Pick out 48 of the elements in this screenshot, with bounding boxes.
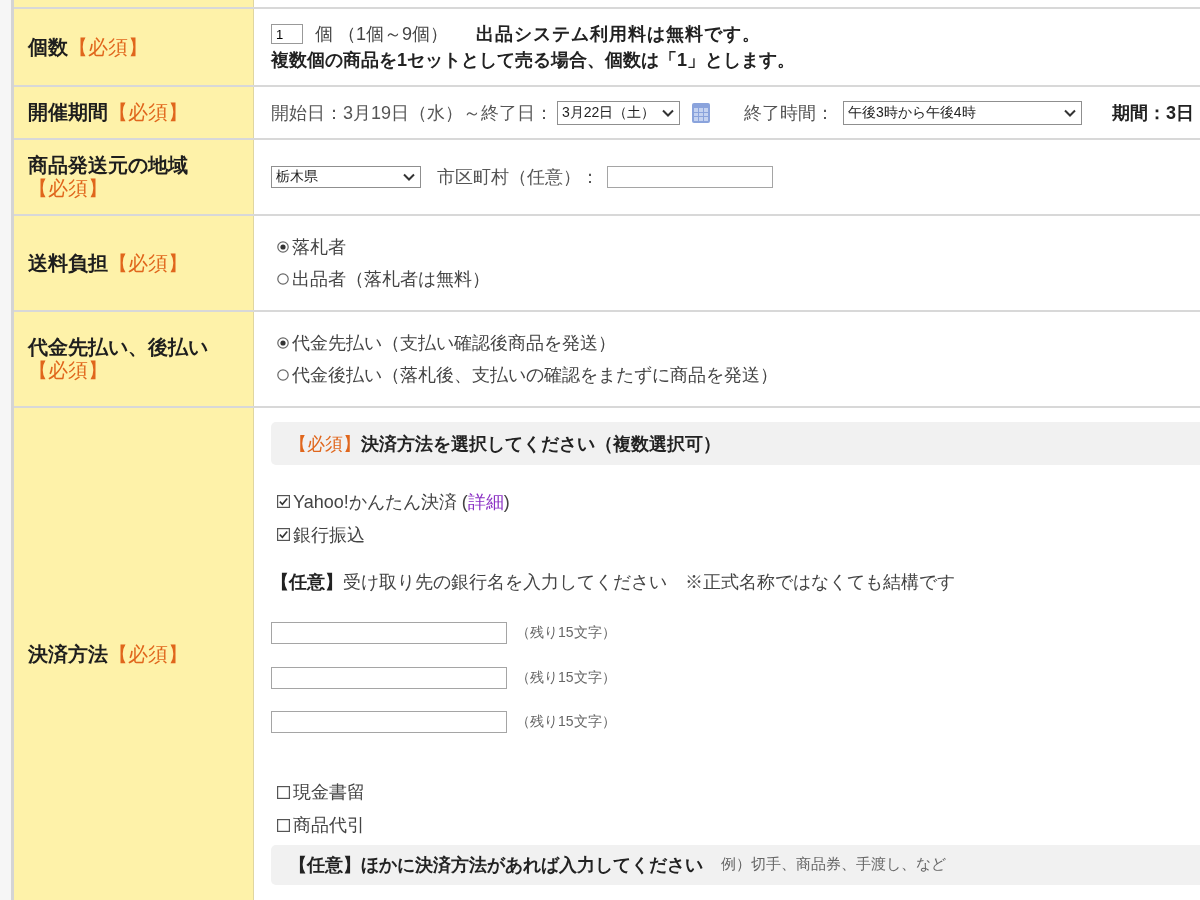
char-count-text: （残り15文字） [516,713,616,732]
field-label: 送料負担【必須】 [28,251,188,275]
detail-link[interactable]: 詳細 [467,491,504,512]
end-date-dropdown[interactable]: 3月22日（土） [557,100,681,125]
option-label: 代金後払い（落札後、支払いの確認をまたずに商品を発送） [292,364,778,387]
option-label: 現金書留 [293,781,365,804]
checkbox[interactable] [277,495,290,508]
chevron-down-icon [1064,108,1077,117]
start-date-text: 開始日：3月19日（水）～終了日： [271,101,554,125]
end-time-dropdown[interactable]: 午後3時から午後4時 [843,100,1083,125]
chevron-down-icon [403,173,415,181]
option-label: Yahoo!かんたん決済 (詳細) [293,490,510,514]
char-count-text: （残り15文字） [516,624,616,643]
prefecture-dropdown[interactable]: 栃木県 [271,166,421,188]
bank-name-field[interactable] [271,666,507,689]
quantity-field[interactable]: 1 [271,24,303,44]
section-heading: 【必須】決済方法を選択してください（複数選択可） [289,432,721,456]
end-time-label: 終了時間： [744,101,835,125]
field-label: 商品発送元の地域 【必須】 [28,154,189,200]
unit-text: 個 （1個～9個） [315,23,449,46]
radio-button[interactable] [277,337,289,349]
city-field[interactable] [607,166,773,188]
field-label: 決済方法【必須】 [28,642,188,666]
option-label: 出品者（落札者は無料） [292,268,490,291]
chevron-down-icon [662,108,675,117]
section-heading: 【任意】ほかに決済方法があれば入力してください [289,853,703,877]
bank-name-field[interactable] [271,711,507,734]
field-label: 代金先払い、後払い 【必須】 [28,336,209,382]
option-label: 商品代引 [293,814,365,837]
radio-button[interactable] [277,369,289,381]
bank-name-field[interactable] [271,622,507,645]
radio-button[interactable] [277,241,289,253]
char-count-text: （残り15文字） [516,668,616,687]
example-text: 例）切手、商品券、手渡し、など [721,855,946,874]
fee-note: 出品システム利用料は無料です。 [476,23,762,46]
radio-button[interactable] [277,273,289,285]
option-label: 銀行振込 [293,523,365,547]
checkbox[interactable] [277,528,290,541]
field-label: 個数【必須】 [28,35,148,59]
checkbox[interactable] [277,818,290,832]
field-label: 開催期間【必須】 [28,101,188,124]
checkbox[interactable] [277,785,290,799]
city-label: 市区町村（任意）： [437,166,599,189]
bank-name-note: 【任意】受け取り先の銀行名を入力してください ※正式名称ではなくても結構です [271,571,956,594]
option-label: 代金先払い（支払い確認後商品を発送） [292,332,616,355]
duration-text: 期間：3日 [1112,101,1195,125]
set-note: 複数個の商品を1セットとして売る場合、個数は「1」とします。 [271,49,797,72]
option-label: 落札者 [292,236,346,259]
